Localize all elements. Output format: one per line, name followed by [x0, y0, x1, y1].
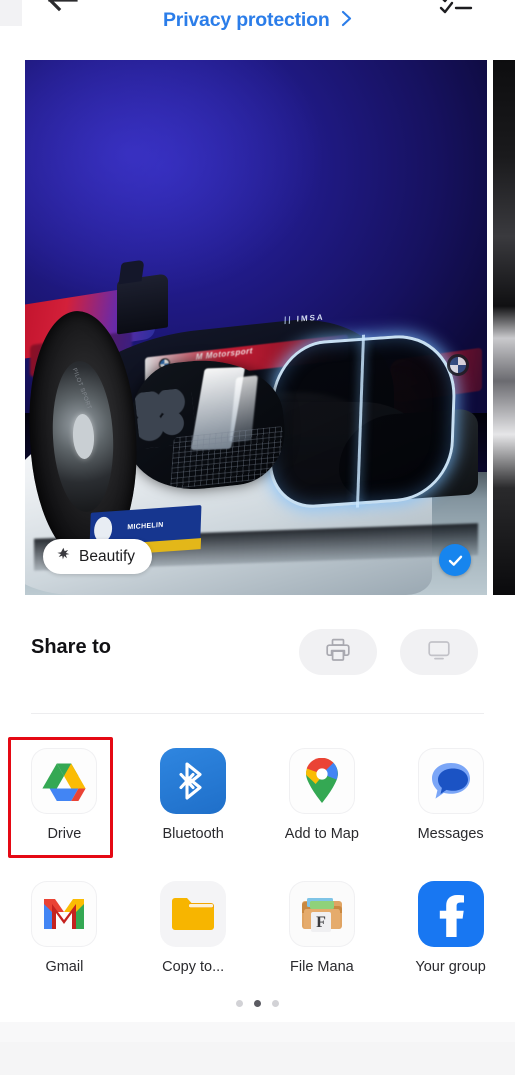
share-target-grid: Drive Bluetooth Add to Map Messages Gmai…	[0, 737, 515, 998]
photo-carousel[interactable]: M Motorsport IMSA PILOT SPORT MICHELIN	[0, 60, 515, 595]
share-target-your-group[interactable]: Your group	[386, 870, 515, 998]
share-target-add-to-map[interactable]: Add to Map	[258, 737, 387, 870]
google-maps-icon	[288, 748, 355, 814]
cast-screen-button[interactable]	[400, 629, 478, 675]
share-target-drive[interactable]: Drive	[0, 737, 129, 870]
google-messages-icon	[417, 748, 484, 814]
page-dot[interactable]	[272, 1000, 279, 1007]
share-target-file-manager[interactable]: F File Mana	[258, 870, 387, 998]
facebook-icon	[417, 881, 484, 947]
next-photo-preview[interactable]	[493, 60, 515, 595]
checklist-icon[interactable]	[439, 0, 473, 19]
app-label: Add to Map	[284, 826, 359, 842]
page-indicator[interactable]	[0, 1000, 515, 1007]
google-drive-icon	[31, 748, 98, 814]
share-sheet-screen: Privacy protection M Motorsport || IMSA …	[0, 0, 515, 1075]
beautify-label: Beautify	[79, 547, 136, 565]
folder-icon	[160, 881, 227, 947]
app-label: Drive	[47, 826, 82, 842]
selected-photo[interactable]: M Motorsport IMSA PILOT SPORT MICHELIN	[25, 60, 487, 595]
car-illuminated-grille	[267, 331, 458, 511]
page-dot[interactable]	[236, 1000, 243, 1007]
check-icon	[448, 555, 462, 566]
bluetooth-icon	[160, 748, 227, 814]
file-manager-icon: F	[288, 881, 355, 947]
beautify-button[interactable]: Beautify	[43, 539, 153, 574]
share-target-row: Drive Bluetooth Add to Map Messages	[0, 737, 515, 870]
share-to-title: Share to	[31, 636, 112, 658]
gmail-icon	[31, 881, 98, 947]
cast-screen-icon	[426, 637, 452, 668]
photo-backlight	[25, 60, 326, 301]
share-target-gmail[interactable]: Gmail	[0, 870, 129, 998]
page-title: Privacy protection	[163, 9, 330, 31]
share-header: Share to	[0, 612, 515, 692]
car-roof-fin	[117, 273, 169, 334]
magic-wand-icon	[56, 547, 71, 567]
bottom-bar-upper	[0, 1022, 515, 1042]
svg-text:F: F	[316, 914, 326, 931]
app-label: Bluetooth	[162, 826, 224, 842]
share-target-bluetooth[interactable]: Bluetooth	[129, 737, 258, 870]
michelin-label: MICHELIN	[126, 521, 164, 532]
bottom-system-bar	[0, 1022, 515, 1075]
next-photo-thumbnail	[493, 60, 515, 595]
app-label: File Mana	[290, 959, 354, 975]
share-target-row: Gmail Copy to... F File Mana Your group	[0, 870, 515, 998]
app-label: Messages	[417, 826, 484, 842]
chevron-right-icon	[341, 10, 352, 32]
printer-icon	[325, 637, 351, 668]
app-label: Copy to...	[162, 959, 225, 975]
page-dot-active[interactable]	[254, 1000, 261, 1007]
bmw-emblem-icon	[446, 354, 469, 377]
section-divider	[31, 713, 484, 714]
top-app-bar: Privacy protection	[0, 0, 515, 45]
app-label: Gmail	[45, 959, 84, 975]
share-target-copy-to[interactable]: Copy to...	[129, 870, 258, 998]
share-target-messages[interactable]: Messages	[386, 737, 515, 870]
photo-selected-check[interactable]	[439, 544, 471, 576]
app-label: Your group	[415, 959, 486, 975]
print-button[interactable]	[299, 629, 377, 675]
page-title-button[interactable]: Privacy protection	[0, 9, 515, 32]
tire-sidewall-text: PILOT SPORT	[70, 368, 92, 412]
